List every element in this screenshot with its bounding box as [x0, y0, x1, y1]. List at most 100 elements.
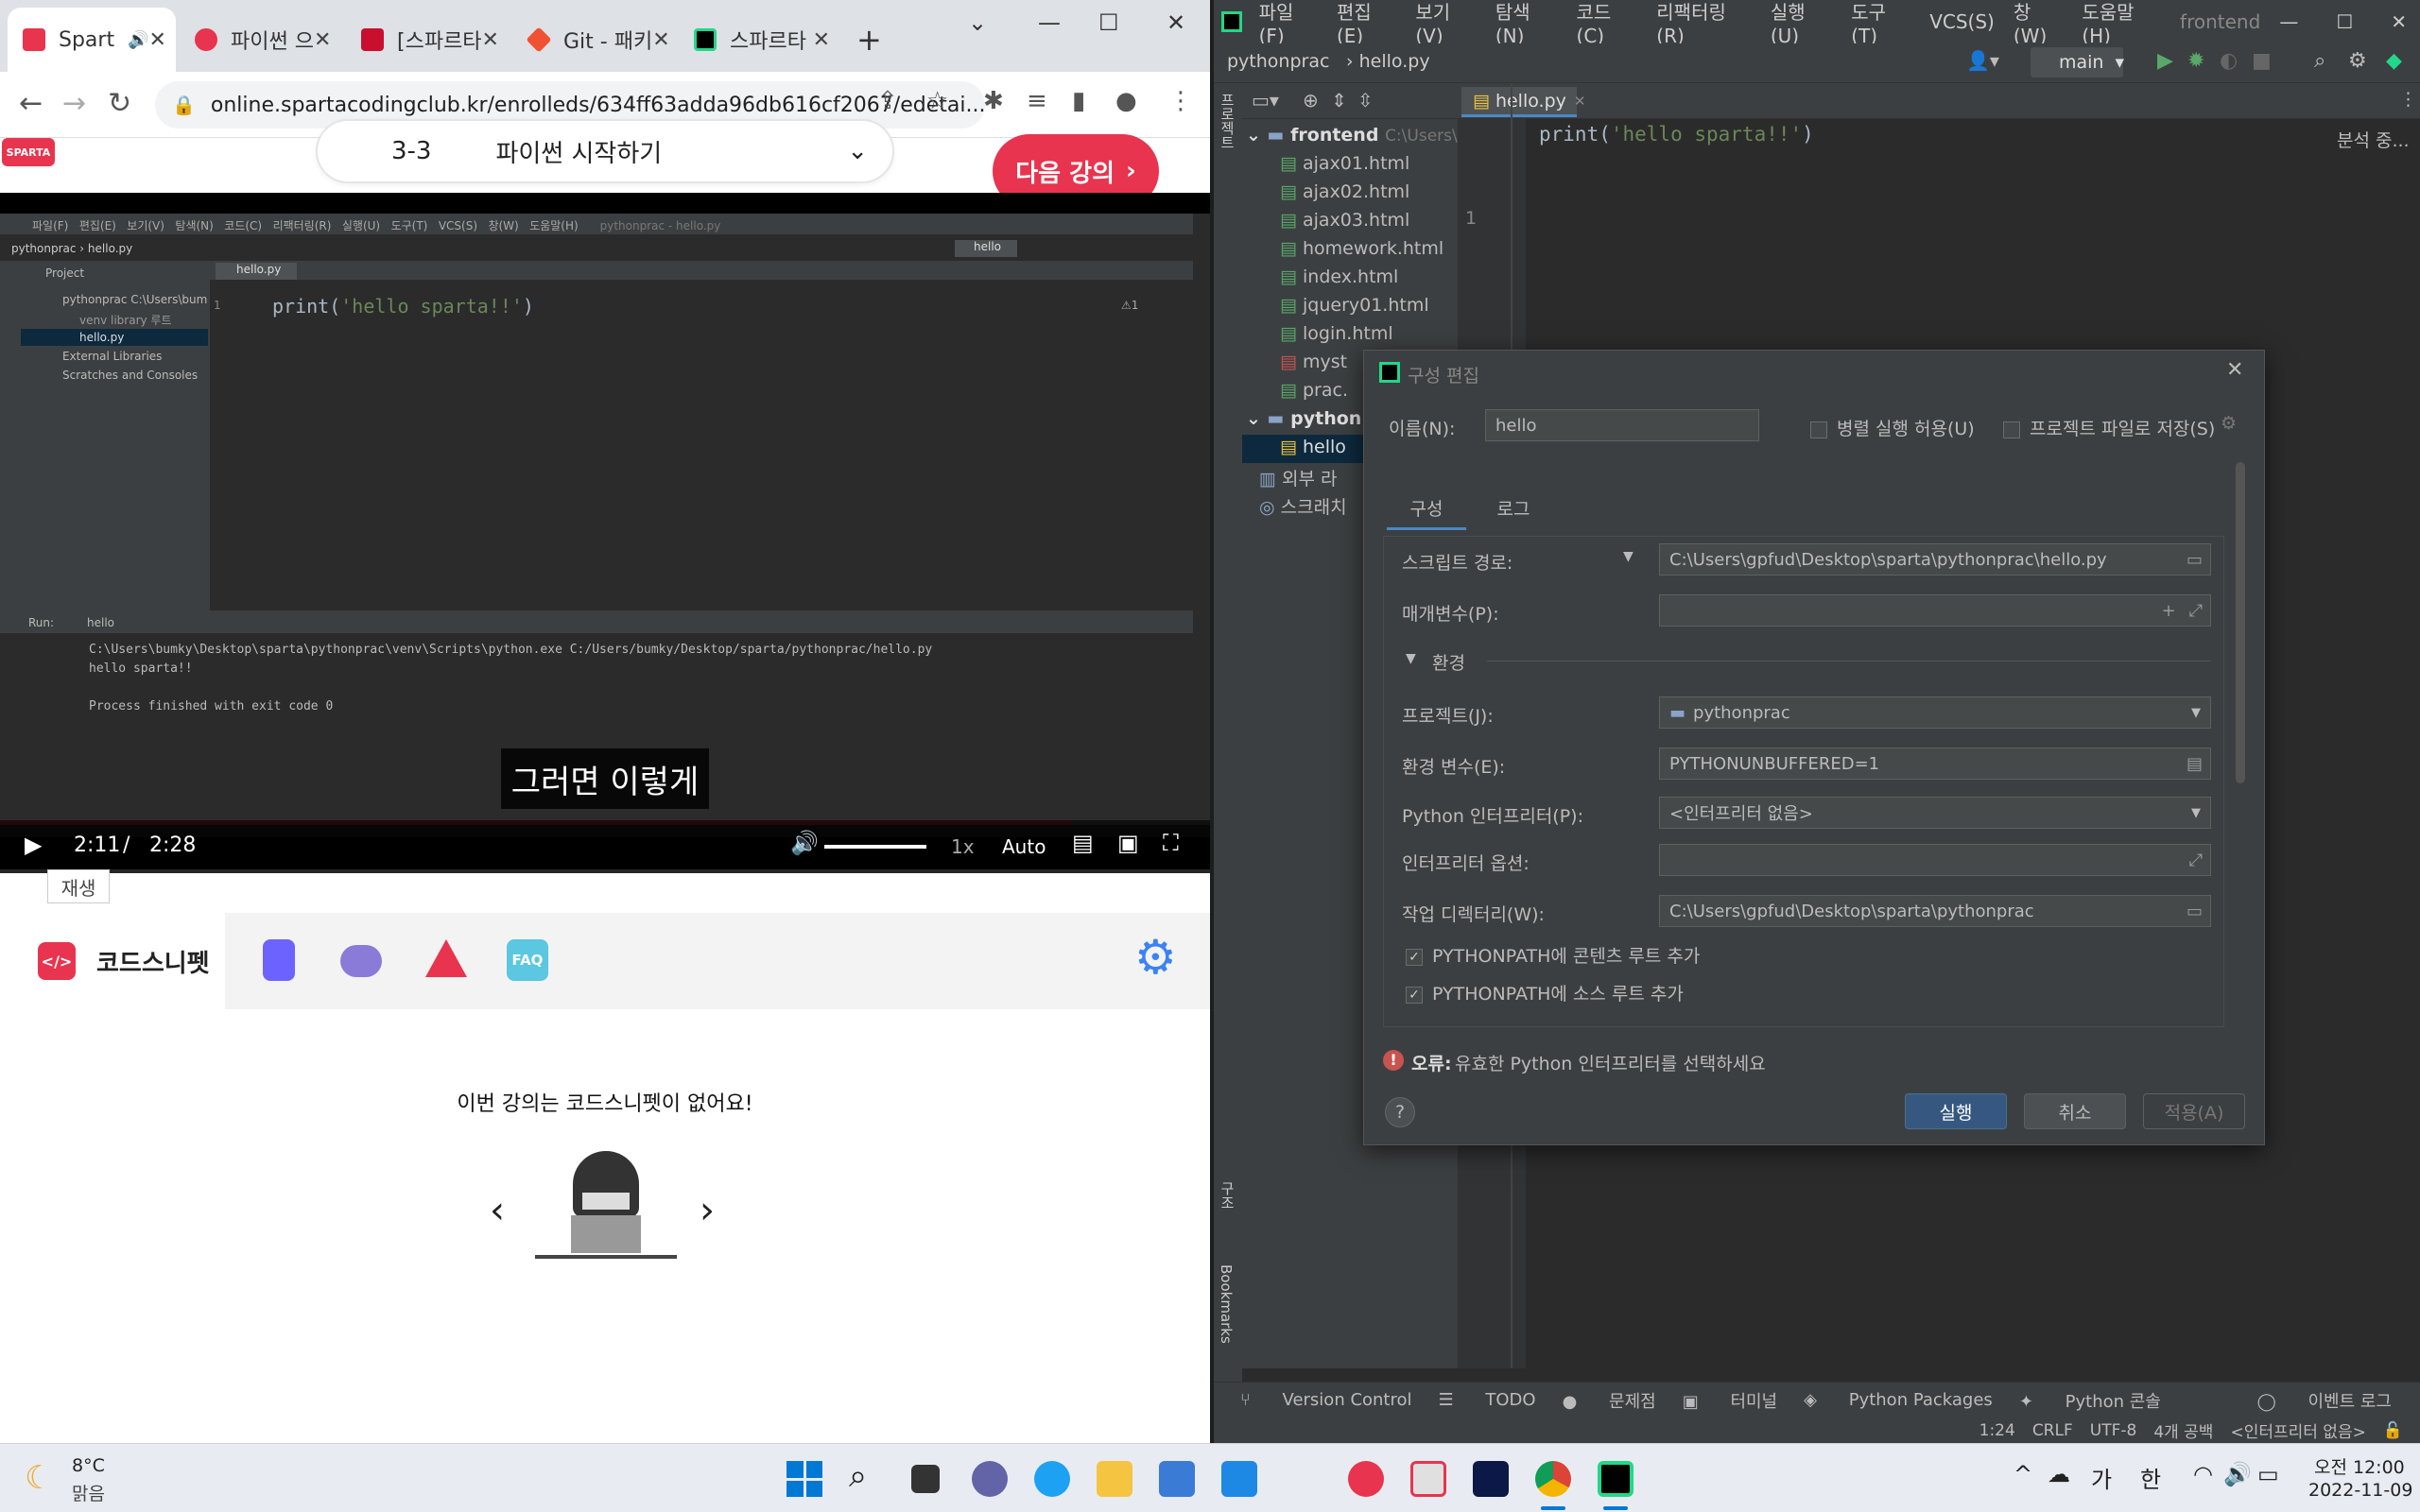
sparta-app-icon[interactable]	[1348, 1461, 1384, 1497]
breadcrumb-project[interactable]: pythonprac	[1227, 51, 1329, 72]
browser-tab[interactable]: 스파르타 ✕	[679, 8, 845, 72]
line-separator[interactable]: CRLF	[2032, 1421, 2073, 1440]
run-button[interactable]: 실행	[1905, 1093, 2007, 1129]
volume-icon[interactable]: 🔊	[790, 830, 819, 856]
file-explorer-icon[interactable]	[1097, 1461, 1132, 1497]
menu-refactor[interactable]: 리팩터링(R)	[1656, 0, 1752, 47]
checklist-icon[interactable]	[263, 939, 295, 981]
close-window-icon[interactable]: ✕	[2391, 10, 2407, 33]
params-input[interactable]: + ⤢	[1659, 594, 2211, 627]
gear-icon[interactable]: ⚙	[2221, 413, 2237, 434]
branch-selector[interactable]: main ▾	[2031, 47, 2124, 77]
tree-scratches[interactable]: ◎ 스크래치	[1259, 493, 1347, 519]
collapse-all-icon[interactable]: ⇳	[1357, 89, 1374, 112]
store-icon[interactable]	[1159, 1461, 1195, 1497]
menu-icon[interactable]: ⋮	[1168, 87, 1193, 115]
menu-code[interactable]: 코드(C)	[1577, 0, 1638, 47]
tab-configuration[interactable]: 구성	[1387, 492, 1466, 530]
menu-help[interactable]: 도움말(H)	[2082, 0, 2161, 47]
pip-icon[interactable]: ▣	[1117, 830, 1139, 856]
tool-tab-todo[interactable]: ☰ TODO	[1439, 1390, 1536, 1410]
tool-tab-problems[interactable]: ● 문제점	[1563, 1388, 1656, 1413]
coverage-icon[interactable]: ◐	[2220, 49, 2238, 73]
tree-file-selected[interactable]: ▤ hello	[1280, 437, 1346, 457]
tool-tab-version-control[interactable]: ⑂ Version Control	[1240, 1390, 1412, 1410]
extensions-icon[interactable]: ✱	[983, 87, 1004, 115]
maximize-icon[interactable]: ☐	[2336, 10, 2353, 33]
video-player[interactable]: 파일(F) 편집(E) 보기(V) 탐색(N) 코드(C) 리팩터링(R) 실행…	[0, 193, 1210, 873]
cursor-position[interactable]: 1:24	[1979, 1421, 2015, 1440]
collapse-icon[interactable]: ▼	[1406, 651, 1416, 666]
chrome-icon[interactable]	[1535, 1461, 1571, 1497]
interp-options-input[interactable]: ⤢	[1659, 844, 2211, 876]
user-icon[interactable]: 👤▾	[1966, 49, 1999, 72]
breadcrumb-file[interactable]: › hello.py	[1346, 51, 1430, 72]
tree-file[interactable]: ▤ ajax03.html	[1280, 210, 1409, 231]
quality-button[interactable]: Auto	[1002, 835, 1046, 858]
moon-weather-icon[interactable]: ☾	[25, 1459, 53, 1497]
back-icon[interactable]: ←	[19, 87, 43, 120]
wifi-icon[interactable]: ◠	[2193, 1461, 2213, 1487]
side-panel-icon[interactable]: ▮	[1072, 87, 1085, 115]
minimize-icon[interactable]: —	[2279, 10, 2298, 33]
tree-file[interactable]: ▤ homework.html	[1280, 238, 1443, 259]
name-input[interactable]: hello	[1485, 409, 1759, 441]
ime-mode[interactable]: 가	[2091, 1461, 2112, 1494]
close-tab-icon[interactable]: ✕	[813, 28, 830, 52]
env-vars-input[interactable]: PYTHONUNBUFFERED=1 ▤	[1659, 747, 2211, 780]
task-view-icon[interactable]	[911, 1465, 940, 1493]
menu-view[interactable]: 보기(V)	[1415, 0, 1476, 47]
tool-tab-python-console[interactable]: ✦ Python 콘솔	[2019, 1388, 2161, 1413]
reload-icon[interactable]: ↻	[108, 87, 131, 120]
tool-tab-terminal[interactable]: ▣ 터미널	[1683, 1388, 1777, 1413]
interpreter-status[interactable]: <인터프리터 없음>	[2230, 1418, 2365, 1442]
chat-icon[interactable]	[340, 945, 382, 977]
captions-icon[interactable]: ▤	[1072, 830, 1094, 856]
tree-file[interactable]: ▤ login.html	[1280, 323, 1393, 344]
close-tab-icon[interactable]: ✕	[314, 28, 331, 52]
weather-temp[interactable]: 8°C	[72, 1455, 105, 1476]
bookmark-star-icon[interactable]: ☆	[926, 87, 948, 115]
close-window-icon[interactable]: ✕	[1167, 9, 1185, 36]
tool-tab-python-packages[interactable]: ◈ Python Packages	[1804, 1390, 1993, 1410]
close-tab-icon[interactable]: ✕	[482, 28, 499, 52]
pycharm-icon[interactable]	[1598, 1461, 1634, 1497]
close-dialog-icon[interactable]: ✕	[2226, 358, 2243, 382]
forward-icon[interactable]: →	[62, 87, 86, 120]
speed-button[interactable]: 1x	[951, 835, 975, 858]
editor-tab-hello[interactable]: ▤ hello.py ✕	[1461, 87, 1585, 117]
more-icon[interactable]: ⋮	[2399, 89, 2417, 110]
menu-edit[interactable]: 편집(E)	[1337, 0, 1396, 47]
chevron-down-icon[interactable]: ⌄	[847, 137, 868, 165]
add-icon[interactable]: +	[2162, 601, 2176, 621]
sparta-logo[interactable]: SPARTA	[2, 138, 55, 166]
prev-icon[interactable]: ‹	[490, 1189, 505, 1232]
settings-gear-icon[interactable]: ⚙	[1134, 930, 1177, 985]
menu-file[interactable]: 파일(F)	[1259, 0, 1318, 47]
dialog-scrollbar[interactable]	[2236, 462, 2245, 783]
project-select[interactable]: ▬ pythonprac ▼	[1659, 696, 2211, 729]
locate-icon[interactable]: ⊕	[1303, 89, 1319, 112]
maximize-icon[interactable]: ☐	[1098, 9, 1119, 36]
content-root-checkbox[interactable]: ✓ PYTHONPATH에 콘텐츠 루트 추가	[1406, 942, 1700, 968]
tree-folder-frontend[interactable]: ⌄ ▬ frontend C:\Users\	[1246, 125, 1458, 146]
indent-setting[interactable]: 4개 공백	[2153, 1418, 2213, 1442]
parallel-checkbox[interactable]: 병렬 실행 허용(U)	[1810, 415, 1975, 440]
close-tab-icon[interactable]: ✕	[1574, 93, 1586, 110]
folder-icon[interactable]: ▭	[2187, 902, 2203, 921]
warning-icon[interactable]	[425, 939, 467, 977]
clock-time[interactable]: 오전 12:00	[2314, 1453, 2405, 1479]
tree-file[interactable]: ▤ prac.	[1280, 380, 1348, 401]
run-icon[interactable]: ▶	[2157, 49, 2173, 73]
workdir-input[interactable]: C:\Users\gpfud\Desktop\sparta\pythonprac…	[1659, 895, 2211, 927]
faq-icon[interactable]: FAQ	[507, 939, 548, 981]
volume-icon[interactable]: 🔊	[2223, 1461, 2252, 1487]
lock-icon[interactable]: 🔒	[172, 94, 196, 116]
chevron-down-icon[interactable]: ▼	[1623, 549, 1634, 564]
tree-external-libraries[interactable]: ▥ 외부 라	[1259, 465, 1337, 490]
volume-slider[interactable]	[824, 845, 926, 849]
menu-tools[interactable]: 도구(T)	[1851, 0, 1910, 47]
stop-icon[interactable]: ■	[2252, 49, 2272, 73]
share-icon[interactable]: ⇪	[877, 87, 898, 115]
pycharm-update-icon[interactable]: ◆	[2386, 49, 2402, 73]
